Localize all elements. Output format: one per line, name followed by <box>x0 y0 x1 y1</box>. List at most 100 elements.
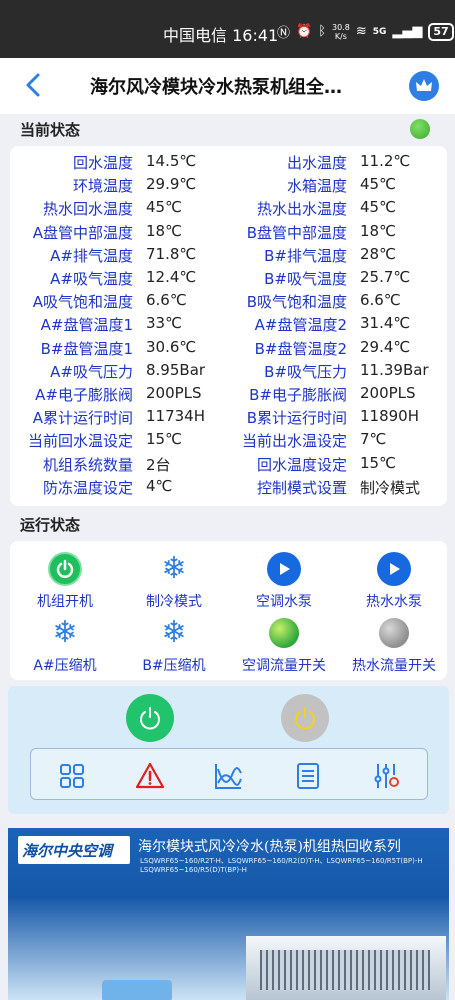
param-label: 当前回水温设定 <box>27 432 133 451</box>
power-icon <box>48 552 82 586</box>
param-label: B吸气饱和温度 <box>246 293 347 312</box>
param-value: 7℃ <box>360 430 387 449</box>
param-label: A盘管中部温度 <box>32 223 133 242</box>
param-value: 8.95Bar <box>146 360 206 379</box>
param-value: 31.4℃ <box>360 314 411 333</box>
param-label: B盘管中部温度 <box>246 223 347 242</box>
param-value: 28℃ <box>360 244 396 263</box>
param-value: 6.6℃ <box>360 291 401 310</box>
param-value: 45℃ <box>360 175 396 194</box>
param-value: 71.8℃ <box>146 244 197 263</box>
run-status-panel: 机组开机 ❄ 制冷模式 空调水泵 热水水泵 ❄ A#压缩机 ❄ B#压缩机 空调… <box>10 541 447 680</box>
param-value: 14.5℃ <box>146 152 197 170</box>
settings-sliders-icon[interactable] <box>371 761 401 791</box>
haier-logo: 海尔中央空调 <box>18 836 130 864</box>
nfc-icon: Ⓝ <box>277 26 291 41</box>
param-row: B#盘管温度1 30.6℃ B#盘管温度2 29.4℃ <box>10 338 447 361</box>
back-arrow-icon[interactable] <box>20 71 48 99</box>
param-label: 机组系统数量 <box>42 455 133 474</box>
green-ball-icon <box>269 618 299 648</box>
param-value: 29.4℃ <box>360 337 411 356</box>
param-label: B#吸气压力 <box>264 362 347 381</box>
param-label: B#电子膨胀阀 <box>249 386 347 404</box>
param-value: 18℃ <box>146 221 182 240</box>
run-item-ac-pump: 空调水泵 <box>229 551 339 611</box>
param-row: A累计运行时间 11734H B累计运行时间 11890H <box>10 407 447 430</box>
param-value: 2台 <box>146 455 171 474</box>
alarm-icon: ⏰ <box>296 24 313 39</box>
param-label: 控制模式设置 <box>256 478 347 497</box>
battery-icon: 57 <box>428 22 454 41</box>
list-icon[interactable] <box>293 761 323 791</box>
power-off-button[interactable] <box>281 694 329 742</box>
param-label: 回水温度设定 <box>256 455 347 474</box>
run-item-label: 空调流量开关 <box>242 658 326 674</box>
toolbar <box>30 748 428 800</box>
param-label: B#吸气温度 <box>264 270 347 288</box>
power-on-button[interactable] <box>126 694 174 742</box>
param-label: 环境温度 <box>72 177 133 196</box>
param-row: 防冻温度设定 4℃ 控制模式设置 制冷模式 <box>10 477 447 500</box>
param-label: 防冻温度设定 <box>42 478 133 497</box>
param-row: 回水温度 14.5℃ 出水温度 11.2℃ <box>10 152 447 175</box>
bluetooth-icon: ᛒ <box>318 24 327 39</box>
param-value: 29.9℃ <box>146 175 197 194</box>
online-indicator <box>410 119 430 139</box>
run-item-label: 制冷模式 <box>146 594 202 610</box>
param-label: B累计运行时间 <box>246 409 347 428</box>
grid-icon[interactable] <box>57 761 87 791</box>
param-label: A#电子膨胀阀 <box>35 386 133 404</box>
param-row: 环境温度 29.9℃ 水箱温度 45℃ <box>10 175 447 198</box>
param-value: 15℃ <box>146 430 182 449</box>
banner-model-list: LSQWRF65~160/R2T-H、LSQWRF65~160/R2(D)T-H… <box>140 857 423 865</box>
param-label: A累计运行时间 <box>32 409 133 428</box>
current-status-label: 当前状态 <box>20 121 81 139</box>
param-row: 热水回水温度 45℃ 热水出水温度 45℃ <box>10 198 447 221</box>
curve-chart-icon[interactable] <box>213 761 243 791</box>
param-label: A#盘管温度1 <box>40 316 133 335</box>
app-header: 海尔风冷模块冷水热泵机组全… <box>0 58 455 114</box>
banner-model-list-2: LSQWRF65~160/R5(D)T(BP)-H <box>140 866 247 874</box>
run-item-label: 热水流量开关 <box>352 658 436 674</box>
param-value: 30.6℃ <box>146 337 197 356</box>
param-row: A盘管中部温度 18℃ B盘管中部温度 18℃ <box>10 222 447 245</box>
param-row: A#吸气压力 8.95Bar B#吸气压力 11.39Bar <box>10 361 447 384</box>
param-row: A#电子膨胀阀 200PLS B#电子膨胀阀 200PLS <box>10 384 447 407</box>
param-value: 制冷模式 <box>360 478 421 497</box>
param-row: A#盘管温度1 33℃ A#盘管温度2 31.4℃ <box>10 314 447 337</box>
snowflake-icon: ❄ <box>52 615 78 650</box>
wifi-icon: ≋ <box>355 24 367 39</box>
param-label: 热水出水温度 <box>256 200 347 219</box>
alarm-warning-icon[interactable] <box>135 761 165 791</box>
gray-ball-icon <box>379 618 409 648</box>
status-bar: 中国电信 16:41 Ⓝ ⏰ ᛒ 30.8 K/s ≋ 5G ▂▄▆ 57 <box>0 0 455 58</box>
param-value: 11.39Bar <box>360 360 429 379</box>
run-item-hot-water-pump: 热水水泵 <box>339 551 449 611</box>
param-row: 机组系统数量 2台 回水温度设定 15℃ <box>10 454 447 477</box>
param-label: 当前出水温设定 <box>241 432 347 451</box>
param-row: A#吸气温度 12.4℃ B#吸气温度 25.7℃ <box>10 268 447 291</box>
network-type: 5G <box>372 26 387 37</box>
unit-grill <box>260 950 430 990</box>
param-value: 25.7℃ <box>360 268 411 286</box>
param-label: B#盘管温度1 <box>40 339 133 358</box>
param-label: A#排气温度 <box>50 246 133 265</box>
param-value: 15℃ <box>360 453 396 472</box>
param-row: A吸气饱和温度 6.6℃ B吸气饱和温度 6.6℃ <box>10 291 447 314</box>
run-item-label: 机组开机 <box>37 594 93 610</box>
snowflake-icon: ❄ <box>161 615 187 650</box>
run-item-compressor-b: ❄ B#压缩机 <box>119 615 229 675</box>
carrier-time: 中国电信 16:41 <box>163 26 279 45</box>
param-value: 11.2℃ <box>360 152 411 170</box>
crown-icon[interactable] <box>409 71 439 101</box>
run-status-label: 运行状态 <box>20 516 81 534</box>
param-label: A#吸气温度 <box>50 270 133 288</box>
signal-icon: ▂▄▆ <box>392 24 423 39</box>
run-item-label: A#压缩机 <box>33 658 97 674</box>
param-label: 水箱温度 <box>286 177 347 196</box>
param-label: A吸气饱和温度 <box>32 293 133 312</box>
param-value: 12.4℃ <box>146 268 197 286</box>
play-icon <box>377 552 411 586</box>
logo-text: 海尔中央空调 <box>22 842 113 860</box>
param-label: B#盘管温度2 <box>254 339 347 358</box>
